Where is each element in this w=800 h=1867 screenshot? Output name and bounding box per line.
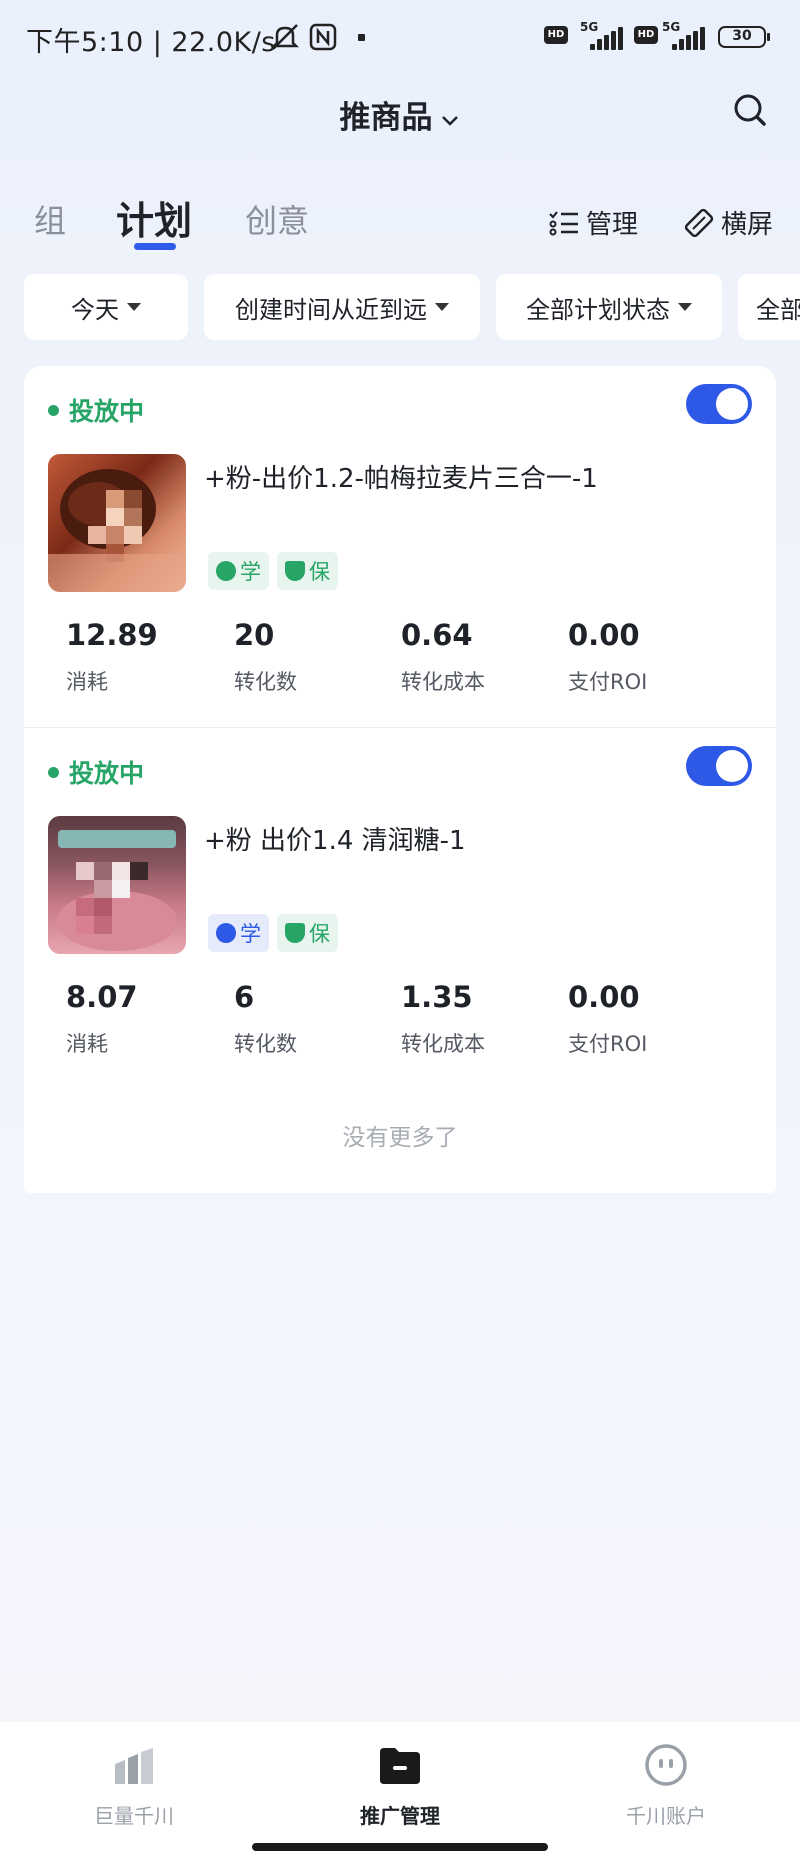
thumbnail-image (57, 830, 177, 951)
nav-juliang-qianchuan[interactable]: 巨量千川 (34, 1742, 234, 1829)
hd-icon: HD (544, 26, 568, 44)
nav-label: 千川账户 (626, 1804, 706, 1828)
plan-badges: 学 保 (208, 552, 346, 590)
chevron-down-icon (441, 115, 458, 126)
toggle-knob (716, 750, 748, 782)
caret-down-icon (127, 303, 141, 311)
toggle-knob (716, 388, 748, 420)
thumbnail-image (48, 469, 186, 592)
status-dot-icon (48, 766, 59, 778)
landscape-button[interactable]: 横屏 (683, 204, 773, 241)
dot-icon (358, 34, 365, 41)
plan-status-label: 投放中 (69, 397, 145, 426)
filter-status[interactable]: 全部计划状态 (496, 274, 722, 340)
plan-status: 投放中 (48, 754, 144, 790)
filter-more[interactable]: 全部 (738, 274, 800, 340)
plan-name: +粉-出价1.2-帕梅拉麦片三合一-1 (204, 464, 598, 494)
filter-bar: 今天 创建时间从近到远 全部计划状态 全部 (0, 274, 800, 342)
nav-qianchuan-account[interactable]: 千川账户 (566, 1742, 766, 1829)
learning-badge: 学 (208, 552, 269, 590)
plan-status: 投放中 (48, 392, 144, 428)
metric-roi: 0.00 支付ROI (568, 980, 648, 1056)
status-dot-icon (48, 404, 59, 416)
page-title: 推商品 (339, 100, 433, 136)
nfc-icon (309, 23, 337, 51)
check-circle-icon (216, 561, 236, 581)
rotate-screen-icon (684, 208, 714, 237)
plan-name: +粉 出价1.4 清润糖-1 (204, 826, 466, 856)
filter-sort[interactable]: 创建时间从近到远 (204, 274, 480, 340)
metric-conversions: 6 转化数 (234, 980, 297, 1056)
status-time: 下午5:10 | 22.0K/s (26, 27, 276, 58)
plan-toggle[interactable] (686, 384, 752, 424)
tab-active-indicator (134, 243, 176, 250)
guarantee-badge: 保 (277, 552, 338, 590)
clock-icon (216, 923, 236, 943)
search-icon[interactable] (728, 88, 772, 132)
hd-icon: HD (634, 26, 658, 44)
manage-label: 管理 (586, 210, 639, 240)
shield-icon (285, 561, 305, 581)
plan-badges: 学 保 (208, 914, 346, 952)
status-bar: 下午5:10 | 22.0K/s HD 5G HD 5G 30 (0, 0, 800, 78)
shield-icon (285, 923, 305, 943)
plan-thumbnail[interactable] (48, 454, 186, 592)
learning-badge: 学 (208, 914, 269, 952)
tab-group[interactable]: 组 (34, 196, 66, 242)
signal-icon (590, 26, 624, 50)
filter-status-label: 全部计划状态 (526, 295, 670, 324)
title-bar: 推商品 (0, 80, 800, 140)
tab-creative[interactable]: 创意 (245, 196, 309, 242)
filter-date-label: 今天 (71, 295, 119, 324)
plan-card[interactable]: 投放中 +粉-出价1.2-帕梅拉麦片三合一-1 学 保 12.89 消耗 20 转化… (24, 366, 776, 728)
checklist-icon (549, 210, 578, 235)
caret-down-icon (678, 303, 692, 311)
mute-icon (270, 24, 300, 50)
nav-label: 推广管理 (360, 1804, 440, 1828)
metric-conversion-cost: 0.64 转化成本 (401, 618, 485, 694)
home-indicator[interactable] (252, 1843, 548, 1851)
battery-icon: 30 (718, 26, 770, 48)
landscape-label: 横屏 (721, 210, 774, 240)
guarantee-badge: 保 (277, 914, 338, 952)
chart-bars-icon (111, 1742, 157, 1788)
tab-plan[interactable]: 计划 (116, 190, 192, 245)
filter-sort-label: 创建时间从近到远 (235, 295, 427, 324)
metric-conversion-cost: 1.35 转化成本 (401, 980, 485, 1056)
filter-more-label: 全部 (756, 295, 800, 324)
plan-status-label: 投放中 (69, 759, 145, 788)
filter-date[interactable]: 今天 (24, 274, 188, 340)
plan-card[interactable]: 投放中 +粉 出价1.4 清润糖-1 学 保 8.07 消耗 6 转化数 1.35 转… (24, 728, 776, 1193)
list-end-text: 没有更多了 (342, 1125, 458, 1151)
nav-label: 巨量千川 (94, 1804, 174, 1828)
face-icon (643, 1742, 689, 1788)
manage-button[interactable]: 管理 (548, 204, 638, 241)
page-title-dropdown[interactable]: 推商品 (0, 92, 800, 137)
folder-icon (377, 1742, 423, 1788)
metric-cost: 12.89 消耗 (66, 618, 158, 694)
metric-cost: 8.07 消耗 (66, 980, 138, 1056)
metric-conversions: 20 转化数 (234, 618, 297, 694)
nav-promotion-management[interactable]: 推广管理 (300, 1742, 500, 1829)
metric-roi: 0.00 支付ROI (568, 618, 648, 694)
signal-icon (672, 26, 706, 50)
caret-down-icon (435, 303, 449, 311)
plan-thumbnail[interactable] (48, 816, 186, 954)
plan-toggle[interactable] (686, 746, 752, 786)
